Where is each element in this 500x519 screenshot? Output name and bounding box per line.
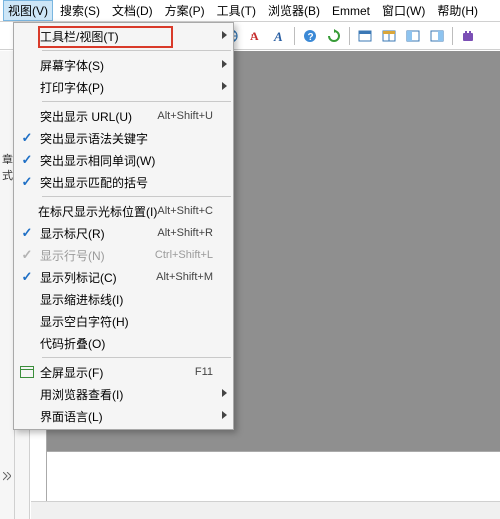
submenu-arrow-icon (222, 411, 227, 419)
menu-item-label: 在标尺显示光标位置(I) (38, 203, 157, 220)
menu-show-line-numbers[interactable]: ✓ 显示行号(N) Ctrl+Shift+L (14, 244, 233, 266)
layout-right-icon[interactable] (426, 25, 448, 47)
menubar: 视图(V) 搜索(S) 文档(D) 方案(P) 工具(T) 浏览器(B) Emm… (0, 0, 500, 22)
menu-item-label: 突出显示匹配的括号 (40, 174, 227, 191)
toolbar-separator (452, 27, 453, 45)
gutter-label-1: 章 (2, 151, 13, 167)
font-color-icon[interactable]: A! (244, 25, 266, 47)
menu-item-label: 界面语言(L) (40, 408, 227, 425)
menu-item-label: 代码折叠(O) (40, 335, 227, 352)
menu-highlight-url[interactable]: 突出显示 URL(U) Alt+Shift+U (14, 105, 233, 127)
menu-show-whitespace[interactable]: 显示空白字符(H) (14, 310, 233, 332)
menu-shortcut: Alt+Shift+U (157, 110, 213, 122)
menu-shortcut: Ctrl+Shift+L (155, 249, 213, 261)
submenu-arrow-icon (222, 82, 227, 90)
menu-item-label: 显示列标记(C) (40, 269, 156, 286)
check-icon: ✓ (22, 152, 33, 168)
svg-text:A: A (273, 29, 283, 44)
menu-separator (42, 357, 231, 358)
menu-item-label: 屏幕字体(S) (40, 57, 227, 74)
layout-split-icon[interactable] (378, 25, 400, 47)
menu-item-label: 突出显示 URL(U) (40, 108, 157, 125)
menu-shortcut: F11 (195, 366, 213, 378)
menu-view-in-browser[interactable]: 用浏览器查看(I) (14, 383, 233, 405)
menu-window[interactable]: 窗口(W) (377, 0, 430, 21)
menu-item-label: 用浏览器查看(I) (40, 386, 227, 403)
check-icon: ✓ (22, 225, 33, 241)
menu-separator (42, 101, 231, 102)
document-editor[interactable] (47, 451, 500, 501)
bold-icon[interactable]: A (268, 25, 290, 47)
menu-code-folding[interactable]: 代码折叠(O) (14, 332, 233, 354)
svg-text:?: ? (308, 32, 314, 43)
panel-collapse-icon[interactable] (1, 469, 13, 489)
menu-highlight-brackets[interactable]: ✓ 突出显示匹配的括号 (14, 171, 233, 193)
layout-window-icon[interactable] (354, 25, 376, 47)
toolbar-separator (349, 27, 350, 45)
check-icon: ✓ (22, 174, 33, 190)
menu-view[interactable]: 视图(V) (3, 0, 53, 21)
menu-print-font[interactable]: 打印字体(P) (14, 76, 233, 98)
plugin-icon[interactable] (457, 25, 479, 47)
check-icon: ✓ (22, 247, 33, 263)
menu-highlight-same-word[interactable]: ✓ 突出显示相同单词(W) (14, 149, 233, 171)
horizontal-scrollbar[interactable] (31, 501, 500, 519)
menu-item-label: 显示空白字符(H) (40, 313, 227, 330)
menu-highlight-syntax[interactable]: ✓ 突出显示语法关键字 (14, 127, 233, 149)
svg-text:!: ! (251, 33, 253, 42)
menu-shortcut: Alt+Shift+C (157, 205, 213, 217)
menu-ui-language[interactable]: 界面语言(L) (14, 405, 233, 427)
menu-show-column-markers[interactable]: ✓ 显示列标记(C) Alt+Shift+M (14, 266, 233, 288)
menu-item-label: 打印字体(P) (40, 79, 227, 96)
menu-separator (42, 196, 231, 197)
menu-browser[interactable]: 浏览器(B) (263, 0, 325, 21)
submenu-arrow-icon (222, 60, 227, 68)
layout-left-icon[interactable] (402, 25, 424, 47)
refresh-icon[interactable] (323, 25, 345, 47)
menu-search[interactable]: 搜索(S) (55, 0, 105, 21)
menu-item-label: 突出显示语法关键字 (40, 130, 227, 147)
menu-item-label: 显示行号(N) (40, 247, 155, 264)
menu-show-ruler[interactable]: ✓ 显示标尺(R) Alt+Shift+R (14, 222, 233, 244)
view-menu-dropdown: 工具栏/视图(T) 屏幕字体(S) 打印字体(P) 突出显示 URL(U) Al… (13, 22, 234, 430)
menu-item-label: 显示缩进标线(I) (40, 291, 227, 308)
submenu-arrow-icon (222, 31, 227, 39)
check-icon: ✓ (22, 269, 33, 285)
menu-item-label: 工具栏/视图(T) (40, 28, 227, 45)
menu-emmet[interactable]: Emmet (327, 2, 375, 20)
menu-item-label: 全屏显示(F) (40, 364, 195, 381)
menu-cursor-in-ruler[interactable]: 在标尺显示光标位置(I) Alt+Shift+C (14, 200, 233, 222)
menu-shortcut: Alt+Shift+M (156, 271, 213, 283)
menu-tools[interactable]: 工具(T) (212, 0, 261, 21)
help-icon[interactable]: ? (299, 25, 321, 47)
gutter-label-2: 式 (2, 167, 13, 183)
menu-fullscreen[interactable]: 全屏显示(F) F11 (14, 361, 233, 383)
menu-item-label: 显示标尺(R) (40, 225, 157, 242)
toolbar-separator (294, 27, 295, 45)
menu-toolbars-views[interactable]: 工具栏/视图(T) (14, 25, 233, 47)
fullscreen-icon (20, 366, 34, 378)
menu-document[interactable]: 文档(D) (107, 0, 158, 21)
check-icon: ✓ (22, 130, 33, 146)
menu-project[interactable]: 方案(P) (160, 0, 210, 21)
menu-screen-font[interactable]: 屏幕字体(S) (14, 54, 233, 76)
submenu-arrow-icon (222, 389, 227, 397)
menu-show-indent-guides[interactable]: 显示缩进标线(I) (14, 288, 233, 310)
menu-separator (42, 50, 231, 51)
menu-item-label: 突出显示相同单词(W) (40, 152, 227, 169)
menu-help[interactable]: 帮助(H) (432, 0, 483, 21)
menu-shortcut: Alt+Shift+R (157, 227, 213, 239)
